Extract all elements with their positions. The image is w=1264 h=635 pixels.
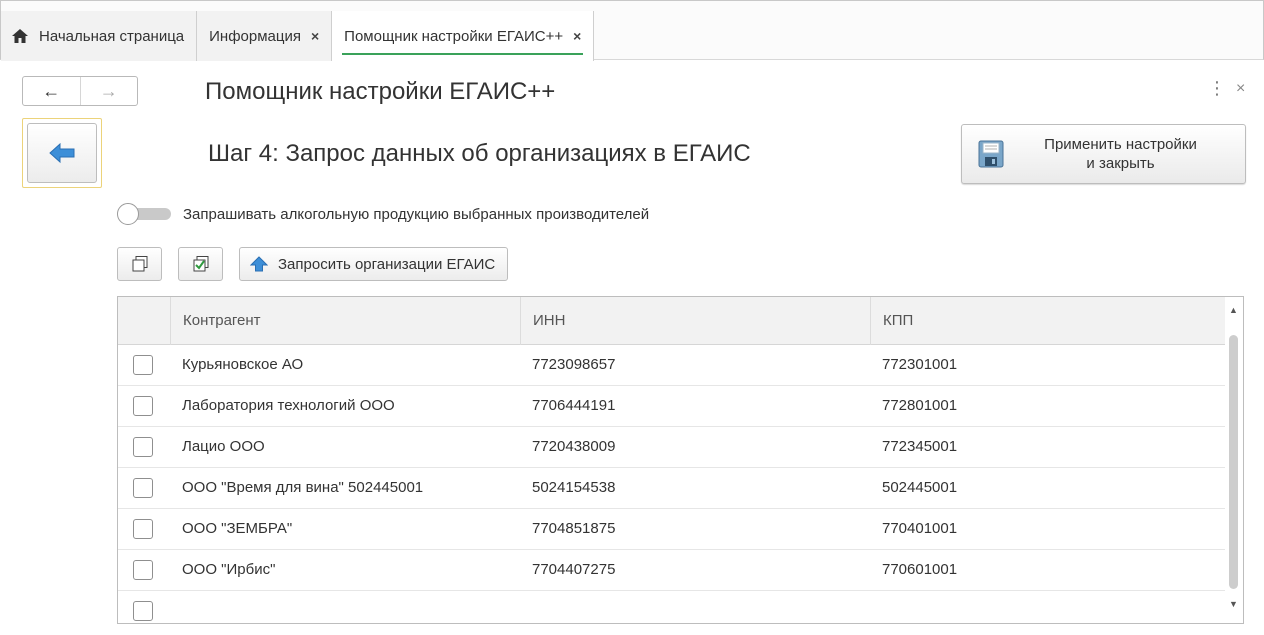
table-row[interactable]: ООО "ЗЕМБРА" 7704851875 770401001 bbox=[118, 509, 1225, 550]
scroll-down-icon[interactable]: ▼ bbox=[1229, 599, 1238, 609]
tab-strip: Начальная страница Информация × Помощник… bbox=[1, 11, 595, 61]
request-organizations-button[interactable]: Запросить организации ЕГАИС bbox=[239, 247, 509, 281]
counterparty-cell: Лацио ООО bbox=[182, 438, 265, 455]
alcohol-toggle-label: Запрашивать алкогольную продукцию выбран… bbox=[183, 205, 650, 223]
floppy-disk-icon bbox=[978, 140, 1004, 168]
inn-cell: 7704407275 bbox=[532, 561, 616, 578]
alcohol-products-toggle[interactable] bbox=[117, 203, 175, 225]
wizard-back-button[interactable] bbox=[22, 118, 102, 188]
tab-egais-wizard-close-icon[interactable]: × bbox=[573, 28, 581, 44]
table-row-partial[interactable] bbox=[118, 591, 1225, 623]
toggle-knob bbox=[117, 203, 139, 225]
counterparty-cell: ООО "Время для вина" 502445001 bbox=[182, 479, 424, 496]
scroll-up-icon[interactable]: ▲ bbox=[1229, 305, 1238, 315]
column-header-inn[interactable]: ИНН bbox=[520, 297, 870, 345]
copy-button[interactable] bbox=[117, 247, 162, 281]
inn-cell: 7723098657 bbox=[532, 356, 616, 373]
counterparty-cell: ООО "ЗЕМБРА" bbox=[182, 520, 293, 537]
history-nav: ← → bbox=[22, 76, 138, 106]
kpp-cell: 770401001 bbox=[882, 520, 958, 537]
table-toolbar: Запросить организации ЕГАИС bbox=[117, 246, 509, 282]
table-row[interactable]: ООО "Ирбис" 7704407275 770601001 bbox=[118, 550, 1225, 591]
tab-bar: Начальная страница Информация × Помощник… bbox=[0, 0, 1264, 61]
tab-home-label: Начальная страница bbox=[39, 27, 185, 45]
back-arrow-icon[interactable]: ← bbox=[23, 77, 80, 105]
blue-up-arrow-icon bbox=[250, 256, 268, 272]
row-checkbox[interactable] bbox=[133, 601, 153, 621]
kpp-cell: 502445001 bbox=[882, 479, 958, 496]
column-header-counterparty[interactable]: Контрагент bbox=[170, 297, 520, 345]
kpp-cell: 772345001 bbox=[882, 438, 958, 455]
row-checkbox[interactable] bbox=[133, 560, 153, 580]
apply-and-close-button[interactable]: Применить настройки и закрыть bbox=[961, 124, 1246, 184]
row-checkbox[interactable] bbox=[133, 355, 153, 375]
check-all-button[interactable] bbox=[178, 247, 223, 281]
tab-home[interactable]: Начальная страница bbox=[1, 11, 198, 61]
tab-egais-wizard[interactable]: Помощник настройки ЕГАИС++ × bbox=[332, 11, 595, 61]
table-row[interactable]: Лаборатория технологий ООО 7706444191 77… bbox=[118, 386, 1225, 427]
blue-left-arrow-icon bbox=[49, 142, 75, 164]
tab-info[interactable]: Информация × bbox=[197, 11, 333, 61]
row-checkbox[interactable] bbox=[133, 437, 153, 457]
tab-info-close-icon[interactable]: × bbox=[311, 28, 319, 44]
table-row[interactable]: Лацио ООО 7720438009 772345001 bbox=[118, 427, 1225, 468]
inn-cell: 7706444191 bbox=[532, 397, 616, 414]
more-menu-icon[interactable]: ⋮ bbox=[1208, 78, 1226, 99]
step-title: Шаг 4: Запрос данных об организациях в Е… bbox=[208, 140, 751, 167]
form-title: Помощник настройки ЕГАИС++ bbox=[205, 78, 556, 105]
tab-info-label: Информация bbox=[209, 27, 301, 45]
column-header-kpp[interactable]: КПП bbox=[870, 297, 1225, 345]
kpp-cell: 770601001 bbox=[882, 561, 958, 578]
tab-egais-wizard-label: Помощник настройки ЕГАИС++ bbox=[344, 27, 564, 45]
inn-cell: 7720438009 bbox=[532, 438, 616, 455]
kpp-cell: 772801001 bbox=[882, 397, 958, 414]
table-row[interactable]: Курьяновское АО 7723098657 772301001 bbox=[118, 345, 1225, 386]
home-icon bbox=[12, 29, 28, 43]
copy-icon bbox=[132, 256, 147, 272]
alcohol-toggle-row: Запрашивать алкогольную продукцию выбран… bbox=[117, 203, 649, 225]
request-organizations-label: Запросить организации ЕГАИС bbox=[278, 255, 496, 273]
close-form-icon[interactable]: × bbox=[1236, 80, 1245, 98]
kpp-cell: 772301001 bbox=[882, 356, 958, 373]
counterparty-cell: Лаборатория технологий ООО bbox=[182, 397, 395, 414]
table-header: Контрагент ИНН КПП bbox=[118, 297, 1225, 345]
organizations-table: Контрагент ИНН КПП Курьяновское АО 77230… bbox=[117, 296, 1244, 624]
row-checkbox[interactable] bbox=[133, 396, 153, 416]
inn-cell: 7704851875 bbox=[532, 520, 616, 537]
row-checkbox[interactable] bbox=[133, 478, 153, 498]
row-checkbox[interactable] bbox=[133, 519, 153, 539]
counterparty-cell: Курьяновское АО bbox=[182, 356, 304, 373]
inn-cell: 5024154538 bbox=[532, 479, 616, 496]
check-all-icon bbox=[193, 256, 208, 272]
scrollbar-thumb[interactable] bbox=[1229, 335, 1238, 589]
wizard-back-button-face bbox=[27, 123, 97, 183]
apply-and-close-label: Применить настройки и закрыть bbox=[1044, 136, 1197, 172]
table-row[interactable]: ООО "Время для вина" 502445001 502415453… bbox=[118, 468, 1225, 509]
table-scrollbar[interactable]: ▲ ▼ bbox=[1225, 297, 1243, 623]
forward-arrow-icon[interactable]: → bbox=[79, 77, 138, 105]
counterparty-cell: ООО "Ирбис" bbox=[182, 561, 276, 578]
